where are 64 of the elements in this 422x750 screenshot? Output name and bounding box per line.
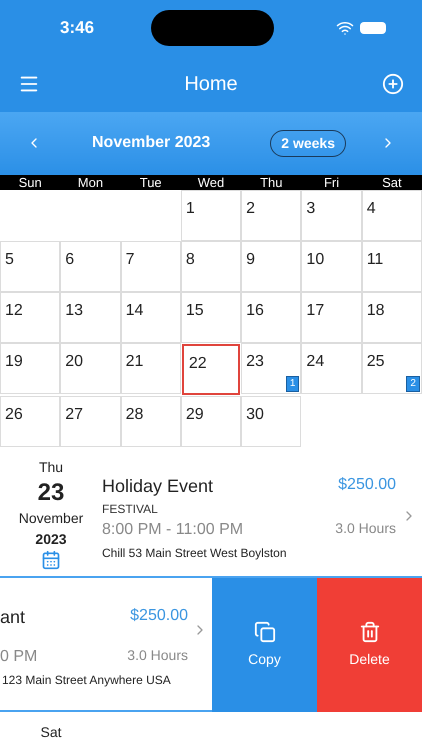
weekday-label: Wed bbox=[196, 174, 226, 190]
calendar-day[interactable]: 11 bbox=[362, 240, 422, 292]
calendar-day[interactable]: 28 bbox=[120, 396, 181, 447]
event-duration: 3.0 Hours bbox=[335, 518, 396, 538]
battery-icon bbox=[360, 22, 386, 34]
event-day: 23 bbox=[38, 478, 64, 508]
calendar-day[interactable]: 24 bbox=[301, 342, 362, 394]
calendar-day[interactable]: 16 bbox=[241, 292, 302, 343]
event-address: 123 Main Street Anywhere USA bbox=[1, 672, 172, 690]
calendar-day[interactable]: 3 bbox=[301, 190, 362, 241]
calendar-day[interactable]: 8 bbox=[180, 240, 242, 292]
event-weekday: Sat bbox=[40, 723, 62, 742]
calendar-day[interactable]: 21 bbox=[120, 342, 181, 394]
event-time: 0 PM bbox=[0, 647, 38, 668]
calendar-day[interactable]: 13 bbox=[60, 292, 121, 343]
header-title: Home bbox=[184, 72, 238, 97]
weekday-label: Thu bbox=[259, 174, 284, 190]
weekday-label: Sun bbox=[18, 174, 43, 190]
trash-icon bbox=[358, 620, 380, 643]
calendar-day[interactable]: 12 bbox=[0, 292, 60, 343]
calendar-day[interactable]: 7 bbox=[120, 240, 181, 292]
event-category: FESTIVAL bbox=[102, 500, 159, 518]
calendar-icon[interactable] bbox=[41, 550, 61, 570]
event-address: Chill 53 Main Street West Boylston bbox=[102, 544, 288, 562]
calendar-day[interactable]: 5 bbox=[0, 240, 60, 292]
calendar-day[interactable]: 26 bbox=[0, 396, 60, 447]
calendar-day[interactable]: 17 bbox=[301, 292, 362, 343]
calendar-day[interactable]: 29 bbox=[180, 396, 242, 447]
calendar-day[interactable]: 25 2 bbox=[362, 342, 422, 394]
copy-icon bbox=[254, 620, 276, 643]
event-year: 2023 bbox=[35, 530, 67, 549]
event-duration: 3.0 Hours bbox=[127, 646, 188, 666]
event-count: 1 bbox=[286, 376, 300, 392]
calendar-day[interactable]: 30 bbox=[241, 396, 302, 447]
add-icon[interactable] bbox=[382, 72, 404, 95]
calendar-day[interactable]: 22 bbox=[182, 344, 240, 395]
calendar-day[interactable]: 2 bbox=[241, 190, 302, 241]
event-price: $250.00 bbox=[338, 474, 396, 495]
calendar-day[interactable]: 19 bbox=[0, 342, 60, 394]
event-count: 2 bbox=[406, 376, 420, 392]
calendar-day[interactable]: 1 bbox=[180, 190, 242, 241]
calendar-day[interactable]: 4 bbox=[362, 190, 422, 241]
weekday-label: Fri bbox=[322, 174, 340, 190]
event-month: November bbox=[18, 508, 84, 528]
delete-button[interactable]: Delete bbox=[317, 578, 422, 712]
calendar-day[interactable]: 18 bbox=[362, 292, 422, 343]
calendar-day[interactable]: 9 bbox=[241, 240, 302, 292]
event-title: Holiday Event bbox=[102, 474, 214, 498]
calendar-day[interactable]: 27 bbox=[60, 396, 121, 447]
status-time: 3:46 bbox=[60, 17, 94, 40]
weekday-label: Mon bbox=[76, 174, 104, 190]
weekday-label: Tue bbox=[138, 174, 163, 190]
calendar-day[interactable]: 20 bbox=[60, 342, 121, 394]
event-time: 8:00 PM - 11:00 PM bbox=[102, 520, 244, 540]
weekday-label: Sat bbox=[381, 174, 403, 190]
calendar-day[interactable]: 23 1 bbox=[241, 342, 302, 394]
calendar-day[interactable]: 15 bbox=[180, 292, 242, 343]
event-title: ant bbox=[0, 606, 26, 630]
month-title: November 2023 bbox=[92, 133, 210, 154]
event-price: $250.00 bbox=[130, 606, 188, 626]
calendar-day[interactable]: 6 bbox=[60, 240, 121, 292]
calendar-day[interactable]: 10 bbox=[301, 240, 362, 292]
event-weekday: Thu bbox=[38, 458, 64, 477]
calendar-day[interactable]: 14 bbox=[120, 292, 181, 343]
